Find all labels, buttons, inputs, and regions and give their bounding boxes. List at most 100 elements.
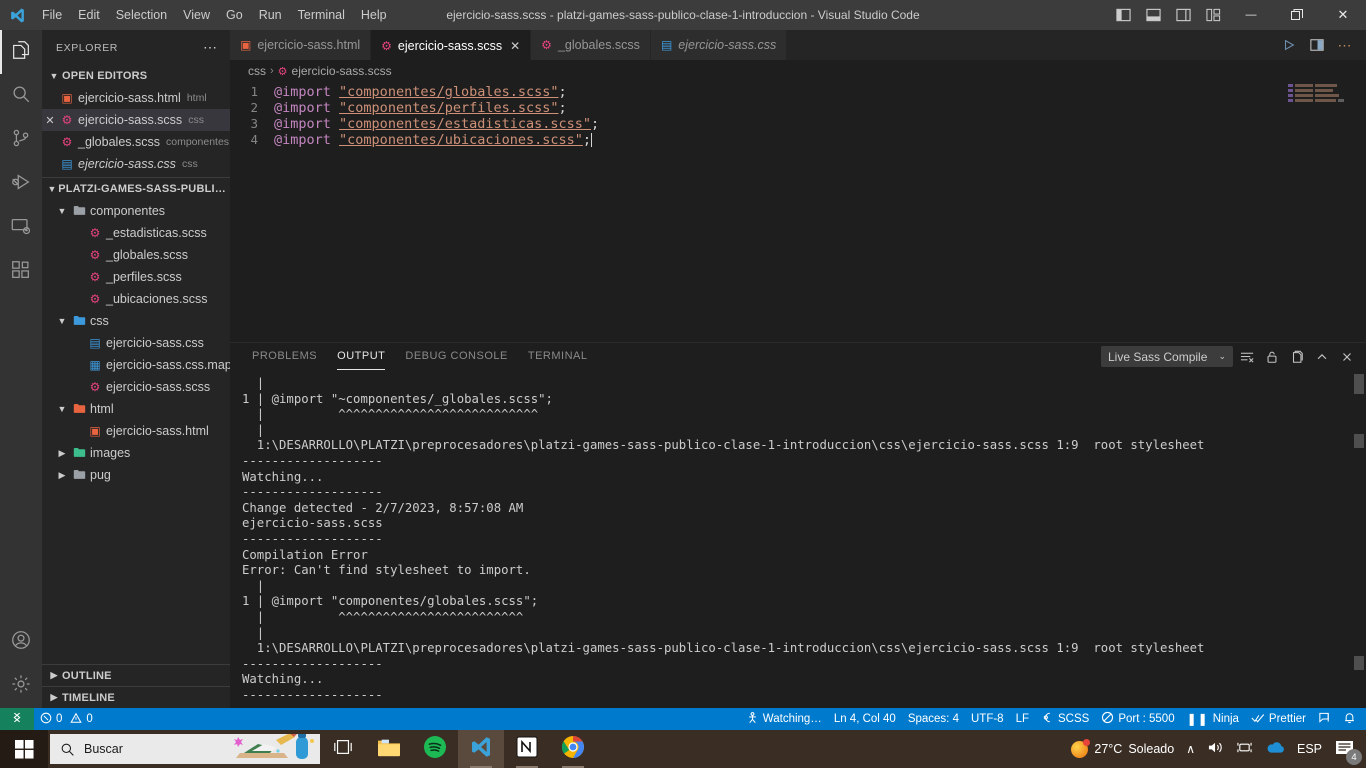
section-outline[interactable]: ▶ OUTLINE [42,664,230,686]
tray-expand-button[interactable]: ∧ [1180,730,1201,768]
status-cursor-position[interactable]: Ln 4, Col 40 [828,708,902,730]
tree-file-item[interactable]: ⚙ _ubicaciones.scss [42,288,230,310]
tree-folder-css[interactable]: ▼ css [42,310,230,332]
menu-edit[interactable]: Edit [70,4,108,26]
taskbar-file-explorer[interactable] [366,730,412,768]
status-feedback[interactable] [1312,708,1337,730]
panel-tab-problems[interactable]: PROBLEMS [242,343,327,370]
status-encoding[interactable]: UTF-8 [965,708,1010,730]
tree-folder-pug[interactable]: ▶ pug [42,464,230,486]
section-timeline[interactable]: ▶ TIMELINE [42,686,230,708]
customize-layout-icon[interactable] [1198,0,1228,30]
tray-notifications[interactable]: 4 [1328,730,1362,768]
sidebar-more-actions-icon[interactable]: ⋯ [203,39,224,56]
breadcrumb-file[interactable]: ejercicio-sass.scss [292,64,392,78]
output-console[interactable]: | 1 | @import "~componentes/_globales.sc… [230,370,1366,709]
tab-globales-scss[interactable]: ⚙ _globales.scss [531,30,651,60]
toggle-primary-sidebar-icon[interactable] [1108,0,1138,30]
menu-view[interactable]: View [175,4,218,26]
collapse-panel-icon[interactable] [1311,346,1333,368]
more-actions-icon[interactable]: ⋯ [1332,30,1358,60]
windows-start-icon[interactable] [0,730,48,768]
tray-onedrive[interactable] [1259,730,1291,768]
menu-selection[interactable]: Selection [108,4,175,26]
taskbar-spotify[interactable] [412,730,458,768]
toggle-secondary-sidebar-icon[interactable] [1168,0,1198,30]
menu-go[interactable]: Go [218,4,251,26]
activitybar-item-extensions[interactable] [0,250,42,294]
status-eol[interactable]: LF [1010,708,1035,730]
tree-file-item[interactable]: ▣ ejercicio-sass.html [42,420,230,442]
status-problems[interactable]: 0 0 [34,708,99,730]
output-channel-select[interactable]: Live Sass Compile ⌄ [1101,346,1233,367]
folder-open-icon [70,204,88,219]
status-ninja[interactable]: ❚❚ Ninja [1181,708,1245,730]
panel-tab-terminal[interactable]: TERMINAL [518,343,598,370]
activitybar-item-search[interactable] [0,74,42,118]
activitybar-item-remote-explorer[interactable] [0,206,42,250]
tree-file-item[interactable]: ⚙ _globales.scss [42,244,230,266]
open-editor-item[interactable]: ✕ ⚙ ejercicio-sass.scss css [42,109,230,131]
status-indentation[interactable]: Spaces: 4 [902,708,965,730]
status-live-server-port[interactable]: Port : 5500 [1095,708,1180,730]
activitybar-item-source-control[interactable] [0,118,42,162]
menu-terminal[interactable]: Terminal [290,4,353,26]
code-editor[interactable]: 1 @import "componentes/globales.scss"; 2… [230,82,1366,148]
tray-camera[interactable] [1230,730,1259,768]
taskbar-notion[interactable] [504,730,550,768]
breadcrumb-folder[interactable]: css [248,64,266,78]
tree-file-item[interactable]: ⚙ _estadisticas.scss [42,222,230,244]
status-notifications[interactable] [1337,708,1362,730]
close-editor-icon[interactable]: ✕ [42,114,58,127]
tree-file-item[interactable]: ▦ ejercicio-sass.css.map [42,354,230,376]
editor-vertical-scrollbar[interactable] [1352,82,1366,342]
tree-folder-images[interactable]: ▶ images [42,442,230,464]
tree-file-item[interactable]: ▤ ejercicio-sass.css [42,332,230,354]
taskbar-search-input[interactable]: Buscar [50,734,320,764]
menu-help[interactable]: Help [353,4,395,26]
minimap[interactable] [1288,84,1352,324]
section-project[interactable]: ▼ PLATZI-GAMES-SASS-PUBLICO-CLASE... [42,178,230,200]
tab-ejercicio-sass-html[interactable]: ▣ ejercicio-sass.html [230,30,372,60]
panel-tab-debug-console[interactable]: DEBUG CONSOLE [395,343,517,370]
run-icon[interactable] [1276,30,1302,60]
window-close-button[interactable]: ✕ [1320,0,1366,30]
activitybar-item-manage[interactable] [0,664,42,708]
close-panel-icon[interactable] [1336,346,1358,368]
status-prettier[interactable]: Prettier [1245,708,1312,730]
panel-tab-output[interactable]: OUTPUT [327,343,395,370]
tray-weather[interactable]: 27°C Soleado [1065,730,1180,768]
split-editor-icon[interactable] [1304,30,1330,60]
tree-file-item[interactable]: ⚙ _perfiles.scss [42,266,230,288]
open-editor-item[interactable]: ⚙ _globales.scss componentes [42,131,230,153]
open-in-editor-icon[interactable] [1286,346,1308,368]
tree-folder-html[interactable]: ▼ html [42,398,230,420]
window-restore-button[interactable] [1274,0,1320,30]
output-vertical-scrollbar[interactable] [1352,370,1366,709]
clear-output-icon[interactable] [1236,346,1258,368]
taskbar-task-view[interactable] [320,730,366,768]
taskbar-visual-studio-code[interactable] [458,730,504,768]
tab-close-icon[interactable]: ✕ [510,39,520,53]
activitybar-item-accounts[interactable] [0,620,42,664]
tab-ejercicio-sass-css[interactable]: ▤ ejercicio-sass.css [650,30,788,60]
lock-scroll-icon[interactable] [1261,346,1283,368]
tray-volume[interactable] [1201,730,1230,768]
menu-run[interactable]: Run [251,4,290,26]
taskbar-google-chrome[interactable] [550,730,596,768]
open-editor-item[interactable]: ▤ ejercicio-sass.css css [42,153,230,175]
section-open-editors[interactable]: ▼ OPEN EDITORS [42,65,230,87]
tree-folder-componentes[interactable]: ▼ componentes [42,200,230,222]
open-editor-item[interactable]: ▣ ejercicio-sass.html html [42,87,230,109]
toggle-panel-icon[interactable] [1138,0,1168,30]
activitybar-item-explorer[interactable] [0,30,42,74]
status-watching[interactable]: Watching… [740,708,828,730]
tray-language[interactable]: ESP [1291,730,1328,768]
activitybar-item-run-and-debug[interactable] [0,162,42,206]
remote-window-button[interactable] [0,708,34,730]
status-language-mode[interactable]: SCSS [1035,708,1095,730]
menu-file[interactable]: File [34,4,70,26]
tab-ejercicio-sass-scss[interactable]: ⚙ ejercicio-sass.scss ✕ [371,30,532,60]
tree-file-item[interactable]: ⚙ ejercicio-sass.scss [42,376,230,398]
window-minimize-button[interactable]: — [1228,0,1274,30]
